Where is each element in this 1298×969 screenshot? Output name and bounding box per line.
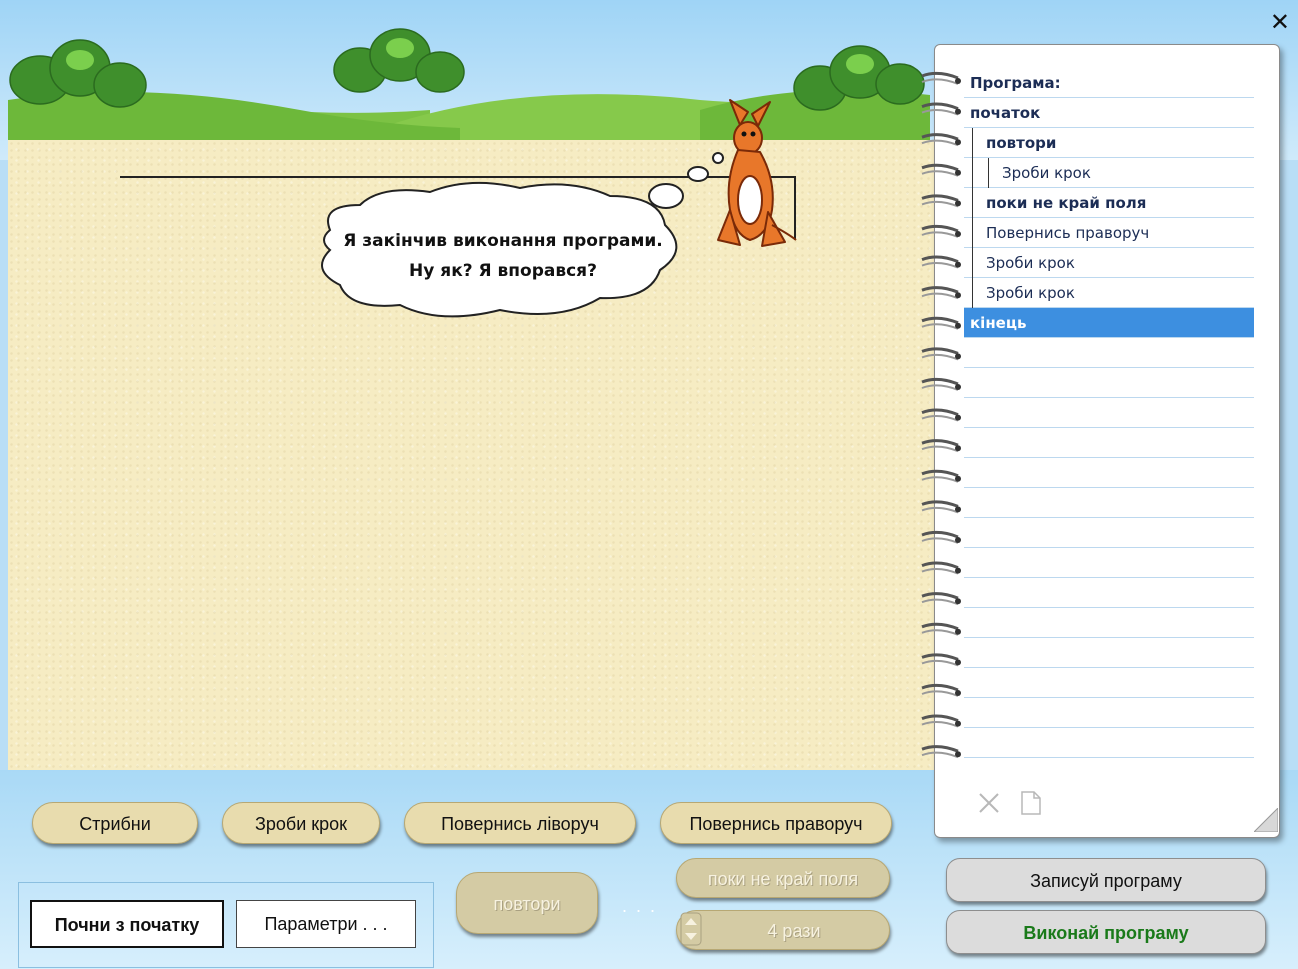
restart-button[interactable]: Почни з початку: [30, 900, 224, 948]
ring-icon: [921, 163, 961, 177]
ring-icon: [921, 683, 961, 697]
ellipsis: . . .: [622, 896, 658, 916]
program-line-empty[interactable]: [964, 488, 1254, 518]
program-line-empty[interactable]: [964, 608, 1254, 638]
close-icon[interactable]: ✕: [1270, 10, 1290, 34]
times-spinner[interactable]: [680, 912, 702, 946]
ring-icon: [921, 347, 961, 361]
ring-icon: [921, 286, 961, 300]
block-guide: [972, 218, 973, 248]
spiral-binding: [921, 71, 961, 759]
program-line-text: повтори: [986, 134, 1057, 152]
block-guide: [972, 278, 973, 308]
program-line[interactable]: Зроби крок: [964, 248, 1254, 278]
jump-button[interactable]: Стрибни: [32, 802, 198, 844]
page-fold-corner: [1254, 808, 1278, 832]
ring-icon: [921, 255, 961, 269]
run-program-button[interactable]: Виконай програму: [946, 910, 1266, 954]
program-line-text: Програма:: [970, 74, 1061, 92]
ring-icon: [921, 224, 961, 238]
block-guide: [972, 248, 973, 278]
program-line-text: Зроби крок: [986, 284, 1075, 302]
times-field[interactable]: 4 рази: [676, 910, 890, 950]
new-page-icon[interactable]: [1021, 791, 1041, 815]
program-line[interactable]: Зроби крок: [964, 158, 1254, 188]
program-line-text: Зроби крок: [986, 254, 1075, 272]
program-line-empty[interactable]: [964, 698, 1254, 728]
turn-left-button[interactable]: Повернись ліворуч: [404, 802, 636, 844]
program-line-empty[interactable]: [964, 338, 1254, 368]
program-line-empty[interactable]: [964, 458, 1254, 488]
ring-icon: [921, 745, 961, 759]
params-button[interactable]: Параметри . . .: [236, 900, 416, 948]
program-line-empty[interactable]: [964, 368, 1254, 398]
record-program-button[interactable]: Записуй програму: [946, 858, 1266, 902]
ring-icon: [921, 469, 961, 483]
program-line-text: поки не край поля: [986, 194, 1147, 212]
ring-icon: [921, 592, 961, 606]
ring-icon: [921, 439, 961, 453]
while-not-edge-button[interactable]: поки не край поля: [676, 858, 890, 898]
ring-icon: [921, 622, 961, 636]
program-line-empty[interactable]: [964, 578, 1254, 608]
program-line-empty[interactable]: [964, 398, 1254, 428]
program-line-text: кінець: [970, 314, 1027, 332]
ring-icon: [921, 194, 961, 208]
program-line-empty[interactable]: [964, 638, 1254, 668]
program-line[interactable]: повтори: [964, 128, 1254, 158]
program-line-selected[interactable]: кінець: [964, 308, 1254, 338]
program-line-empty[interactable]: [964, 518, 1254, 548]
repeat-button[interactable]: повтори: [456, 872, 598, 934]
program-line-empty[interactable]: [964, 548, 1254, 578]
program-line[interactable]: Зроби крок: [964, 278, 1254, 308]
program-line-text: початок: [970, 104, 1041, 122]
program-list[interactable]: Програма: початок повтори Зроби крок поки не…: [964, 68, 1254, 758]
program-line[interactable]: початок: [964, 98, 1254, 128]
ring-icon: [921, 500, 961, 514]
cut-icon[interactable]: [979, 793, 999, 813]
program-line-empty[interactable]: [964, 728, 1254, 758]
ring-icon: [921, 316, 961, 330]
ring-icon: [921, 653, 961, 667]
block-guide: [972, 128, 973, 158]
ring-icon: [921, 530, 961, 544]
ring-icon: [921, 102, 961, 116]
notebook-tools: [979, 791, 1041, 815]
program-line-empty[interactable]: [964, 668, 1254, 698]
ring-icon: [921, 71, 961, 85]
block-guide: [972, 188, 973, 218]
block-guide: [972, 158, 973, 188]
turn-right-button[interactable]: Повернись праворуч: [660, 802, 892, 844]
program-line[interactable]: Повернись праворуч: [964, 218, 1254, 248]
program-line-text: Зроби крок: [1002, 164, 1091, 182]
ring-icon: [921, 714, 961, 728]
ring-icon: [921, 408, 961, 422]
program-line[interactable]: поки не край поля: [964, 188, 1254, 218]
step-button[interactable]: Зроби крок: [222, 802, 380, 844]
program-line[interactable]: Програма:: [964, 68, 1254, 98]
ring-icon: [921, 377, 961, 391]
program-line-text: Повернись праворуч: [986, 224, 1150, 242]
ring-icon: [921, 561, 961, 575]
program-line-empty[interactable]: [964, 428, 1254, 458]
block-guide: [988, 158, 989, 188]
ring-icon: [921, 133, 961, 147]
